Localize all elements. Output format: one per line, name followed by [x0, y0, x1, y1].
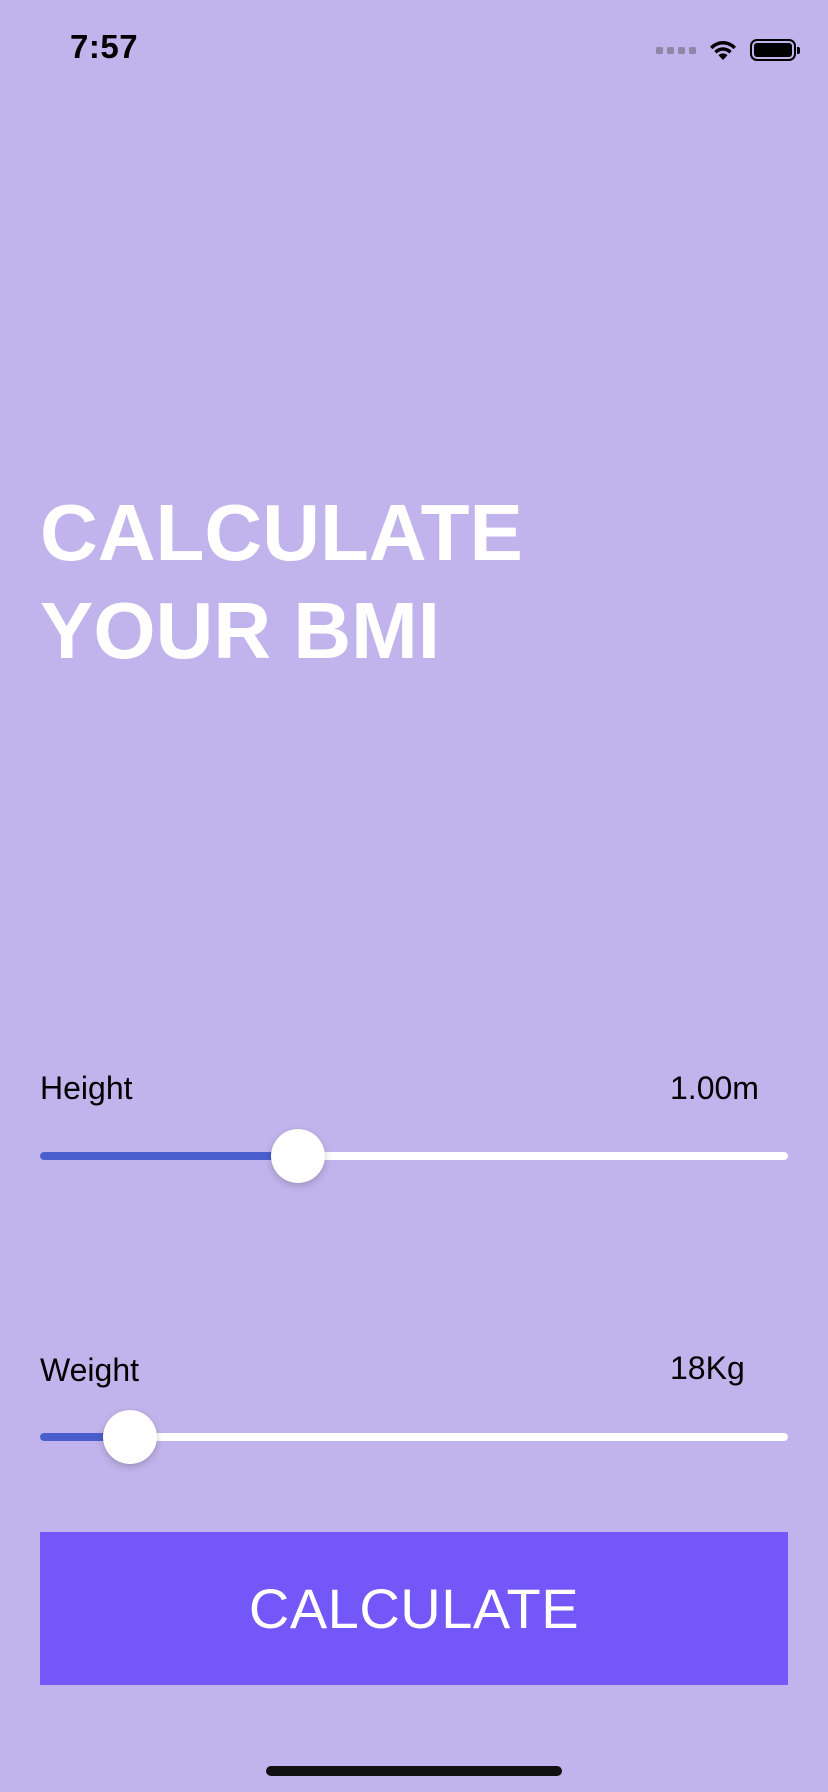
status-time: 7:57 [70, 28, 139, 65]
weight-value: 18Kg [670, 1350, 745, 1386]
cellular-signal-icon [656, 46, 696, 54]
calculate-button[interactable]: CALCULATE [40, 1532, 788, 1685]
height-slider-thumb[interactable] [271, 1129, 325, 1183]
status-icons [656, 36, 800, 64]
page-title: CALCULATE YOUR BMI [40, 484, 523, 680]
height-slider-fill [40, 1152, 298, 1160]
bmi-calculator-screen: 7:57 CALCULATE YOUR BMI Height 1.00m Wei… [0, 0, 828, 1792]
battery-icon [750, 39, 800, 61]
weight-label: Weight [40, 1352, 140, 1388]
height-value: 1.00m [670, 1070, 759, 1106]
weight-slider[interactable] [40, 1407, 788, 1467]
title-line-2: YOUR BMI [40, 586, 440, 675]
height-label: Height [40, 1070, 133, 1106]
wifi-icon [710, 41, 736, 60]
height-slider[interactable] [40, 1126, 788, 1186]
weight-slider-thumb[interactable] [103, 1410, 157, 1464]
home-indicator[interactable] [266, 1766, 562, 1776]
battery-level [754, 43, 792, 57]
title-line-1: CALCULATE [40, 488, 523, 577]
